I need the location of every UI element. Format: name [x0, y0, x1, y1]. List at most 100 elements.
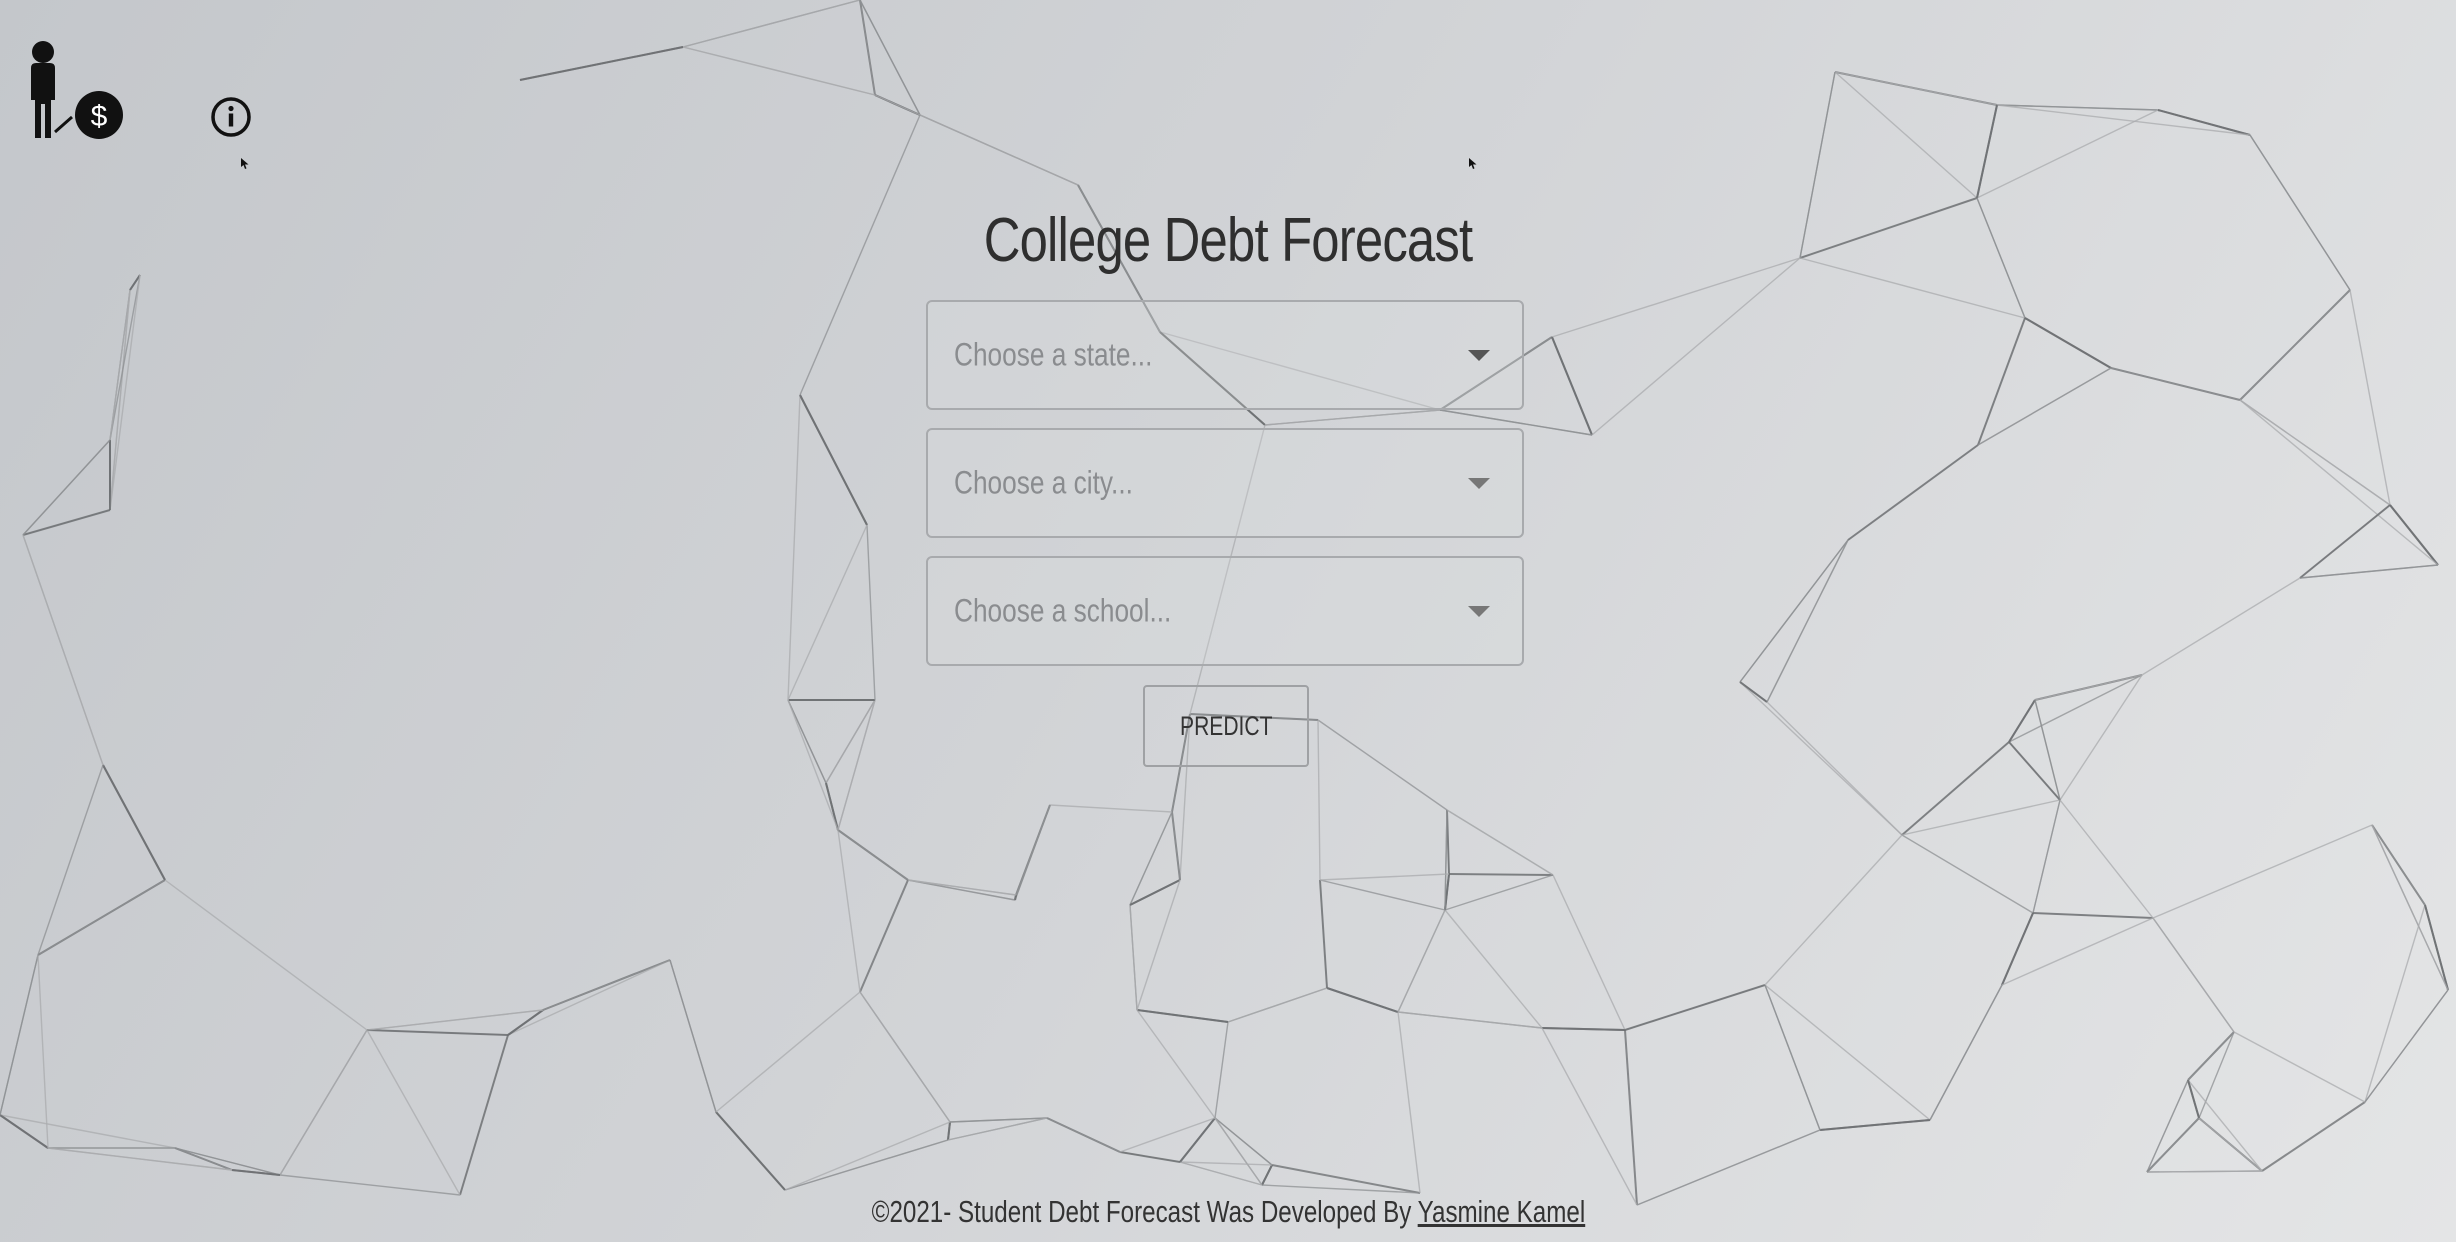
network-line [2364, 989, 2449, 1103]
network-line [1264, 409, 1441, 426]
info-icon[interactable] [210, 96, 252, 138]
predict-button[interactable]: PREDICT [1143, 685, 1309, 767]
network-line [2198, 1031, 2235, 1119]
network-line [715, 1111, 786, 1191]
network-line [1764, 984, 1931, 1121]
network-line [1552, 874, 1626, 1031]
network-line [2152, 824, 2373, 919]
network-line [874, 94, 1079, 186]
network-line [2157, 109, 2251, 136]
network-line [1049, 804, 1173, 813]
network-line [784, 1121, 951, 1191]
school-select[interactable]: Choose a school... [926, 556, 1524, 666]
network-line [519, 46, 684, 81]
network-line [1444, 909, 1543, 1029]
network-line [1541, 1027, 1638, 1206]
network-line [109, 289, 131, 441]
network-line [1129, 811, 1173, 906]
network-line [1739, 681, 1903, 836]
network-line [2239, 289, 2351, 401]
network-line [837, 829, 861, 993]
network-line [1976, 104, 1998, 199]
network-line [799, 394, 868, 526]
network-line [2146, 1170, 2263, 1173]
network-line [1317, 719, 1321, 881]
network-line [1739, 539, 1849, 683]
mouse-cursor-icon [241, 158, 249, 169]
state-select[interactable]: Choose a state... [926, 300, 1524, 410]
network-line [1179, 1161, 1263, 1186]
network-line [2371, 824, 2426, 906]
network-line [1834, 71, 1978, 199]
network-line [1015, 804, 1051, 896]
network-line [2233, 1031, 2366, 1103]
network-line [1136, 879, 1181, 1011]
chevron-down-icon [1468, 478, 1490, 489]
network-line [279, 1029, 368, 1176]
network-line [1739, 681, 1768, 703]
network-line [1977, 317, 2026, 446]
network-line [2364, 904, 2426, 1103]
network-line [2187, 1031, 2235, 1081]
network-line [2349, 289, 2391, 506]
school-select-placeholder: Choose a school... [954, 592, 1172, 629]
network-line [1227, 987, 1328, 1023]
network-line [907, 879, 1016, 901]
network-line [109, 274, 141, 511]
network-line [1819, 1119, 1931, 1131]
network-line [2001, 912, 2034, 986]
network-line [1444, 874, 1554, 911]
chevron-down-icon [1468, 350, 1490, 361]
network-line [1179, 1161, 1273, 1166]
network-line [1317, 719, 1448, 811]
network-line [1551, 336, 1593, 436]
network-line [2059, 799, 2154, 919]
student-debt-logo-icon: $ [31, 41, 123, 139]
network-line [459, 1034, 509, 1196]
network-line [787, 699, 839, 831]
network-line [866, 524, 876, 701]
network-line [0, 954, 39, 1116]
network-line [2261, 1101, 2366, 1172]
network-line [1977, 367, 2112, 446]
network-line [22, 534, 104, 766]
network-line [109, 289, 131, 511]
network-line [1171, 811, 1181, 881]
network-line [102, 764, 166, 881]
network-line [1397, 1011, 1421, 1194]
network-line [907, 879, 1017, 896]
network-line [1901, 799, 2061, 836]
network-line [1766, 539, 1849, 703]
network-line [787, 699, 827, 784]
network-line [1014, 894, 1017, 901]
network-line [2198, 1117, 2263, 1172]
network-line [2034, 674, 2143, 701]
network-line [787, 524, 868, 701]
network-line [1397, 1011, 1543, 1029]
network-line [2032, 799, 2061, 914]
footer-text-wrapper: ©2021- Student Debt Forecast Was Develop… [871, 1194, 1585, 1230]
network-line [1624, 984, 1766, 1031]
network-line [1929, 984, 2003, 1121]
network-line [1901, 834, 2034, 914]
network-line [2389, 504, 2439, 566]
network-line [542, 959, 671, 1011]
network-line [1764, 834, 1903, 986]
network-line [1214, 1021, 1229, 1119]
network-line [1901, 741, 2010, 836]
network-line [2146, 1079, 2189, 1173]
network-line [837, 829, 909, 881]
state-select-placeholder: Choose a state... [954, 336, 1153, 373]
page-title: College Debt Forecast [983, 206, 1473, 275]
network-line [2152, 917, 2235, 1033]
network-line [1624, 1029, 1638, 1206]
network-line [366, 1029, 509, 1036]
network-line [109, 274, 141, 441]
author-link[interactable]: Yasmine Kamel [1417, 1194, 1585, 1229]
network-line [2371, 824, 2449, 991]
network-line [366, 1029, 461, 1196]
city-select[interactable]: Choose a city... [926, 428, 1524, 538]
network-line [2239, 399, 2391, 506]
mouse-cursor-icon [1469, 158, 1477, 169]
network-line [1136, 1009, 1229, 1023]
